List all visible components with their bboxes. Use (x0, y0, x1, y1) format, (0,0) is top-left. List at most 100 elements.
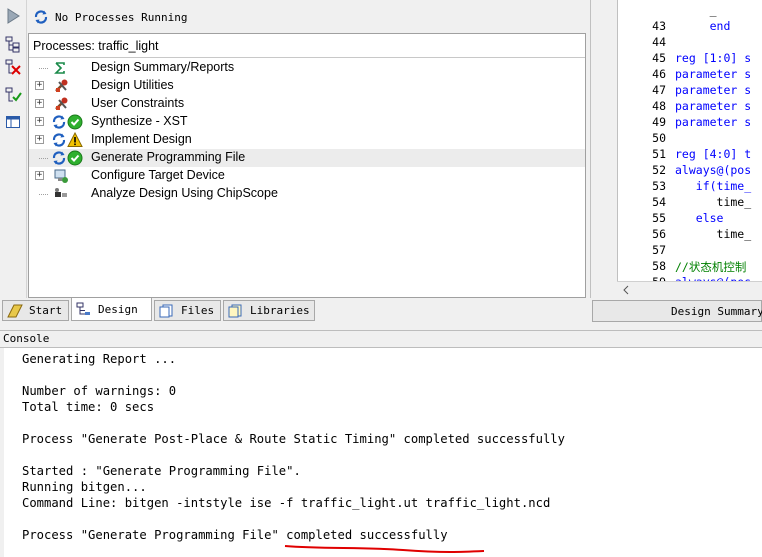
view-button[interactable] (3, 112, 23, 132)
line-number: 44 (652, 35, 666, 49)
process-label: Synthesize - XST (91, 114, 188, 128)
tab-design-summary[interactable]: Design Summary (592, 300, 762, 322)
scroll-left-icon[interactable] (621, 283, 631, 297)
process-label: Analyze Design Using ChipScope (91, 186, 278, 200)
process-item-design-summary[interactable]: Design Summary/Reports (29, 59, 585, 77)
check-icon (67, 150, 83, 166)
code-line: reg [1:0] s (675, 51, 752, 65)
console-output[interactable]: Generating Report ... Number of warnings:… (0, 348, 762, 557)
process-item-generate-programming-file[interactable]: Generate Programming File (29, 149, 585, 167)
sigma-icon (53, 59, 67, 77)
process-item-design-utilities[interactable]: + Design Utilities (29, 77, 585, 95)
libraries-icon (228, 304, 242, 317)
console-line: Number of warnings: 0 (22, 384, 177, 398)
process-label: Design Utilities (91, 78, 174, 92)
code-editor[interactable]: _ 43 end 44 45 reg [1:0] s 46 parameter s 47 par… (617, 0, 762, 281)
code-line: always@(pos (675, 163, 752, 177)
code-line: parameter s (675, 83, 752, 97)
process-item-configure-target-device[interactable]: + Configure Target Device (29, 167, 585, 185)
tab-label: Design Summary (671, 304, 762, 318)
annotation-underline (284, 545, 485, 553)
process-item-user-constraints[interactable]: + User Constraints (29, 95, 585, 113)
check-icon (67, 114, 83, 130)
code-line: else (675, 211, 724, 225)
tab-start[interactable]: Start (2, 300, 69, 321)
console-line: Process "Generate Programming File" comp… (22, 528, 448, 542)
console-line: Started : "Generate Programming File". (22, 464, 301, 478)
hierarchy-icon (5, 36, 20, 53)
tab-design[interactable]: Design (71, 298, 152, 321)
line-number: 56 (652, 227, 666, 241)
tab-label: Libraries (250, 304, 310, 317)
console-line: Running bitgen... (22, 480, 147, 494)
design-panel: No Processes Running Processes: traffic_… (27, 0, 587, 298)
tab-libraries[interactable]: Libraries (223, 300, 315, 321)
process-label: Implement Design (91, 132, 192, 146)
files-icon (159, 304, 173, 317)
refresh-icon (52, 151, 66, 165)
code-line: end (675, 19, 731, 33)
process-label: Design Summary/Reports (91, 60, 235, 74)
line-number: 50 (652, 131, 666, 145)
process-label: Generate Programming File (91, 150, 246, 164)
tab-files[interactable]: Files (154, 300, 221, 321)
code-line: parameter s (675, 115, 752, 129)
processes-pane: Processes: traffic_light Design Summary/… (28, 33, 586, 298)
line-number: 57 (652, 243, 666, 257)
code-line: parameter s (675, 67, 752, 81)
line-number: 46 (652, 67, 666, 81)
code-line: //状态机控制 (675, 260, 747, 274)
line-number: 55 (652, 211, 666, 225)
tools-icon (53, 77, 69, 95)
code-line: _ (675, 3, 717, 17)
process-status: No Processes Running (27, 4, 187, 30)
line-number: 43 (652, 19, 666, 33)
start-icon (7, 304, 23, 317)
device-icon (53, 167, 69, 185)
line-number: 53 (652, 179, 666, 193)
console-line: Process "Generate Post-Place & Route Sta… (22, 432, 565, 446)
line-number: 54 (652, 195, 666, 209)
console-line: Generating Report ... (22, 352, 177, 366)
delete-icon (5, 59, 21, 75)
process-status-icons (51, 131, 83, 149)
tools-icon (53, 95, 69, 113)
refresh-icon (34, 10, 48, 24)
expand-icon[interactable]: + (35, 81, 44, 90)
expand-icon[interactable]: + (35, 171, 44, 180)
editor-horizontal-scrollbar[interactable] (617, 281, 762, 298)
remove-button[interactable] (3, 57, 23, 77)
editor-gutter (590, 0, 617, 298)
tab-label: Start (29, 304, 63, 317)
tab-label: Design (98, 302, 138, 316)
window-icon (6, 116, 20, 128)
process-item-synthesize[interactable]: + Synthesize - XST (29, 113, 585, 131)
console-title: Console (0, 330, 762, 348)
code-line: time_ (675, 195, 752, 209)
process-item-analyze-chipscope[interactable]: Analyze Design Using ChipScope (29, 185, 585, 203)
line-number: 58 (652, 259, 666, 273)
tree-line (39, 68, 48, 69)
run-button[interactable] (3, 6, 23, 26)
line-number: 49 (652, 115, 666, 129)
code-line: if(time_ (675, 179, 752, 193)
check-hierarchy-button[interactable] (3, 85, 23, 105)
status-text: No Processes Running (55, 10, 188, 24)
warning-icon (67, 132, 83, 147)
code-line: reg [4:0] t (675, 147, 752, 161)
process-label: User Constraints (91, 96, 185, 110)
tab-label: Files (181, 304, 215, 317)
expand-icon[interactable]: + (35, 117, 44, 126)
hierarchy-button[interactable] (3, 34, 23, 54)
process-item-implement-design[interactable]: + Implement Design (29, 131, 585, 149)
console-line: Total time: 0 secs (22, 400, 155, 414)
process-status-icons (51, 149, 83, 167)
play-icon (7, 8, 20, 24)
processes-header: Processes: traffic_light (29, 34, 585, 58)
code-line: parameter s (675, 99, 752, 113)
expand-icon[interactable]: + (35, 135, 44, 144)
line-number: 45 (652, 51, 666, 65)
line-number: 51 (652, 147, 666, 161)
expand-icon[interactable]: + (35, 99, 44, 108)
line-number: 48 (652, 99, 666, 113)
